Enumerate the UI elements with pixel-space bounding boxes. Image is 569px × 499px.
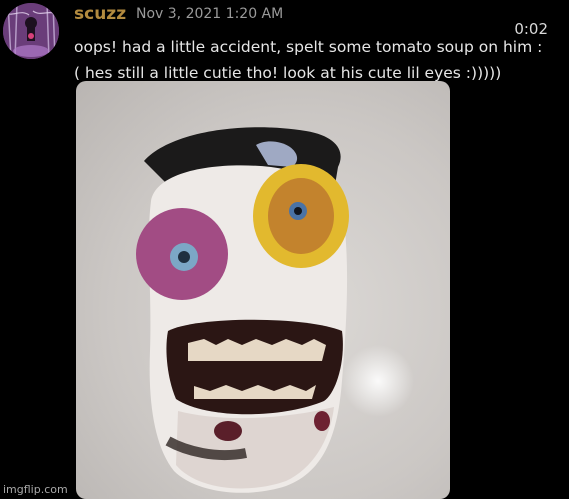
attached-photo[interactable] [76,81,450,499]
imgflip-watermark: imgflip.com [3,483,68,496]
username[interactable]: scuzz [74,4,126,24]
avatar-illustration [3,3,59,59]
message-text-line-1: oops! had a little accident, spelt some … [74,38,543,56]
clay-face-sculpture-image [136,127,414,493]
message-timestamp: Nov 3, 2021 1:20 AM [136,6,284,22]
message-text-line-2: ( hes still a little cutie tho! look at … [74,64,502,82]
video-timer: 0:02 [514,20,548,38]
user-avatar[interactable] [3,3,59,59]
